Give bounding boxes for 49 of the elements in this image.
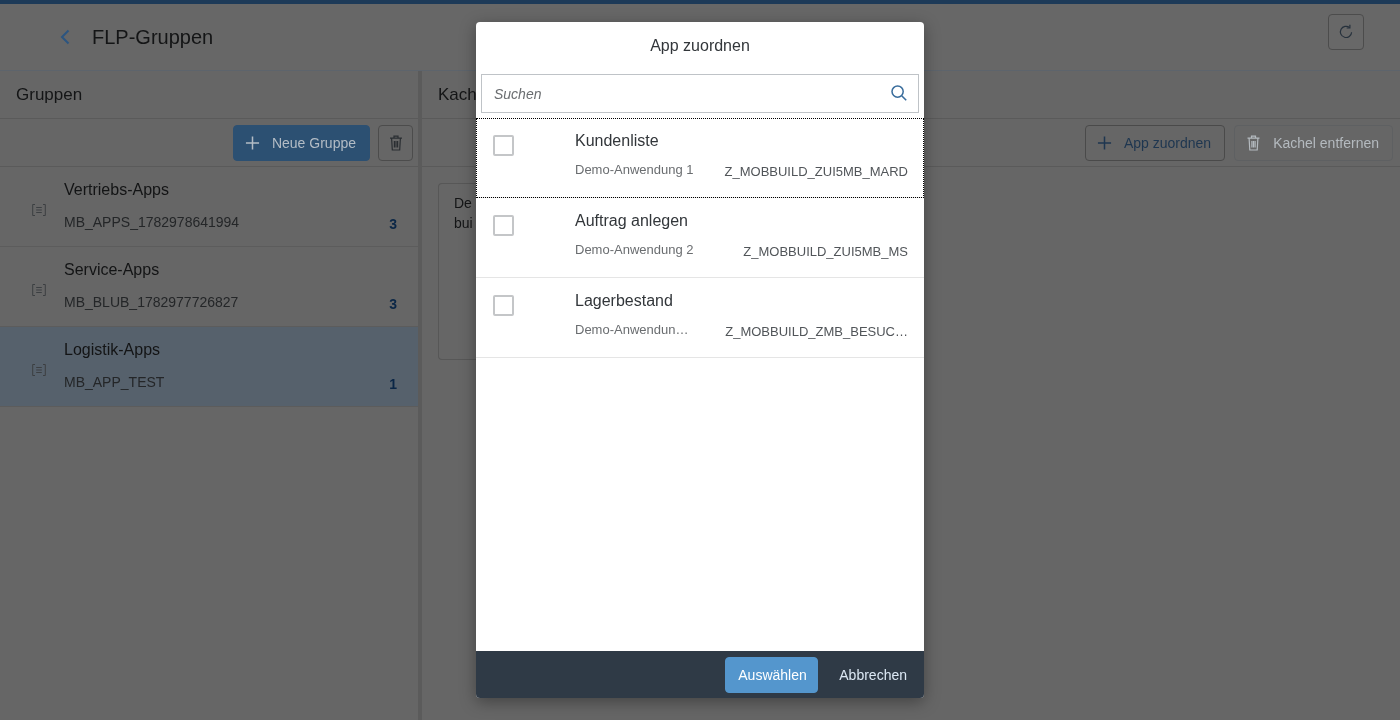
trash-icon [1246, 134, 1262, 151]
cancel-button[interactable]: Abbrechen [823, 656, 923, 693]
plus-icon [1096, 134, 1112, 151]
app-technical-name: Z_MOBBUILD_ZMB_BESUC… [725, 324, 908, 340]
checkbox[interactable] [493, 295, 514, 316]
new-group-button[interactable]: Neue Gruppe [232, 124, 370, 161]
search-icon[interactable] [891, 85, 907, 101]
app-list-item[interactable]: Lagerbestand Demo-Anwendun… Z_MOBBUILD_ZMB_BESUC… [476, 278, 924, 358]
app-title: Auftrag anlegen [575, 212, 689, 230]
list-icon [32, 283, 46, 296]
tile-text: bui [454, 214, 474, 233]
tile-count: 3 [389, 216, 397, 232]
select-button[interactable]: Auswählen [725, 656, 819, 693]
checkbox[interactable] [493, 215, 514, 236]
dialog-title: App zuordnen [650, 37, 750, 55]
app-description: Demo-Anwendun… [575, 322, 689, 339]
group-id: MB_BLUB_1782977726827 [64, 294, 239, 310]
app-description: Demo-Anwendung 2 [575, 242, 694, 259]
tile-text: De [454, 194, 473, 213]
refresh-button[interactable] [1328, 14, 1364, 50]
list-icon [32, 203, 46, 216]
app-list-item[interactable]: Auftrag anlegen Demo-Anwendung 2 Z_MOBBUILD_ZUI5MB_MS [476, 198, 924, 278]
tile-count: 3 [389, 296, 397, 312]
app-title: Lagerbestand [575, 292, 674, 310]
app-technical-name: Z_MOBBUILD_ZUI5MB_MARD [724, 164, 908, 180]
tile-card[interactable]: De bui [438, 183, 476, 360]
assign-app-button[interactable]: App zuordnen [1084, 124, 1226, 161]
panel-title: Gruppen [16, 84, 83, 105]
app-list-item[interactable]: Kundenliste Demo-Anwendung 1 Z_MOBBUILD_ZUI5MB_MARD [476, 118, 924, 198]
checkbox[interactable] [493, 135, 514, 156]
group-id: MB_APP_TEST [64, 374, 165, 390]
refresh-icon [1338, 24, 1354, 40]
trash-icon [388, 134, 403, 151]
app-title: Kundenliste [575, 132, 660, 150]
tile-count: 1 [389, 376, 397, 392]
list-icon [32, 363, 46, 376]
panel-title: Kach [438, 84, 477, 105]
app-description: Demo-Anwendung 1 [575, 162, 694, 179]
app-technical-name: Z_MOBBUILD_ZUI5MB_MS [743, 244, 908, 260]
back-icon[interactable] [60, 29, 70, 45]
group-id: MB_APPS_1782978641994 [64, 214, 240, 230]
group-title: Logistik-Apps [64, 341, 162, 359]
group-title: Service-Apps [64, 261, 161, 279]
group-list-item[interactable]: Logistik-Apps MB_APP_TEST 1 [0, 327, 418, 407]
page-title: FLP-Gruppen [92, 25, 214, 49]
search-field[interactable]: Suchen [481, 74, 919, 113]
delete-button[interactable] [378, 124, 413, 161]
plus-icon [244, 134, 260, 151]
group-title: Vertriebs-Apps [64, 181, 170, 199]
